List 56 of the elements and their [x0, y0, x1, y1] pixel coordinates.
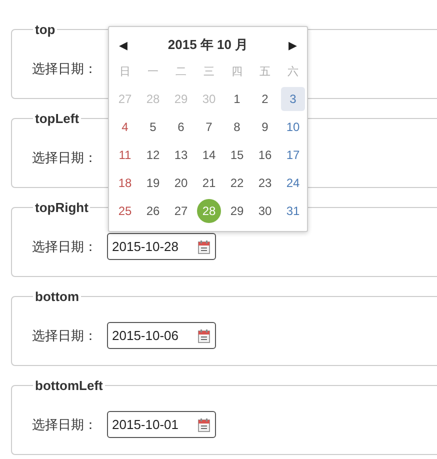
day-cell[interactable]: 4	[113, 115, 137, 139]
day-cell[interactable]: 20	[169, 171, 193, 195]
day-cell[interactable]: 26	[141, 199, 165, 223]
day-cell[interactable]: 8	[225, 115, 249, 139]
day-cell[interactable]: 11	[113, 143, 137, 167]
day-cell[interactable]: 21	[197, 171, 221, 195]
day-cell[interactable]: 23	[253, 171, 277, 195]
field-label: 选择日期：	[32, 416, 98, 434]
prev-month-button[interactable]: ◀	[119, 38, 128, 52]
calendar-icon[interactable]	[198, 328, 210, 342]
day-cell[interactable]: 29	[225, 199, 249, 223]
day-cell[interactable]: 15	[225, 143, 249, 167]
day-cell[interactable]: 7	[197, 115, 221, 139]
weekday-label: 四	[230, 64, 244, 80]
day-cell[interactable]: 31	[281, 199, 305, 223]
fieldset-legend: bottom	[33, 289, 82, 304]
fieldset-legend: topRight	[33, 200, 90, 215]
day-cell[interactable]: 25	[113, 199, 137, 223]
next-month-button[interactable]: ▶	[288, 38, 297, 52]
day-cell[interactable]: 16	[253, 143, 277, 167]
weekday-label: 三	[202, 64, 216, 80]
field-label: 选择日期：	[32, 148, 98, 166]
day-cell[interactable]: 1	[225, 87, 249, 111]
day-cell[interactable]: 24	[281, 171, 305, 195]
date-input[interactable]: 2015-10-06	[107, 322, 216, 349]
day-cell[interactable]: 19	[141, 171, 165, 195]
weekday-label: 日	[118, 64, 132, 80]
field-label: 选择日期：	[32, 238, 98, 256]
field-label: 选择日期：	[32, 60, 98, 78]
day-cell[interactable]: 10	[281, 115, 305, 139]
day-cell[interactable]: 3	[281, 87, 305, 111]
weekday-label: 六	[286, 64, 300, 80]
day-cell[interactable]: 13	[169, 143, 193, 167]
date-input[interactable]: 2015-10-28	[107, 233, 216, 260]
weekday-label: 五	[258, 64, 272, 80]
calendar-icon[interactable]	[198, 418, 210, 432]
fieldset-legend: top	[33, 22, 58, 37]
day-cell[interactable]: 5	[141, 115, 165, 139]
day-cell[interactable]: 22	[225, 171, 249, 195]
day-cell[interactable]: 17	[281, 143, 305, 167]
weekday-label: 一	[146, 64, 160, 80]
day-cell[interactable]: 30	[253, 199, 277, 223]
calendar-icon[interactable]	[198, 240, 210, 254]
day-cell[interactable]: 9	[253, 115, 277, 139]
weekday-label: 二	[174, 64, 188, 80]
fieldset-legend: bottomLeft	[33, 378, 105, 393]
day-cell[interactable]: 6	[169, 115, 193, 139]
day-cell[interactable]: 12	[141, 143, 165, 167]
day-cell[interactable]: 18	[113, 171, 137, 195]
day-cell[interactable]: 2	[253, 87, 277, 111]
month-title: 2015 年 10 月	[168, 36, 248, 54]
field-label: 选择日期：	[32, 326, 98, 344]
fieldset-legend: topLeft	[33, 111, 82, 126]
date-input[interactable]: 2015-10-01	[107, 411, 216, 438]
day-cell[interactable]: 14	[197, 143, 221, 167]
day-cell[interactable]: 27	[169, 199, 193, 223]
